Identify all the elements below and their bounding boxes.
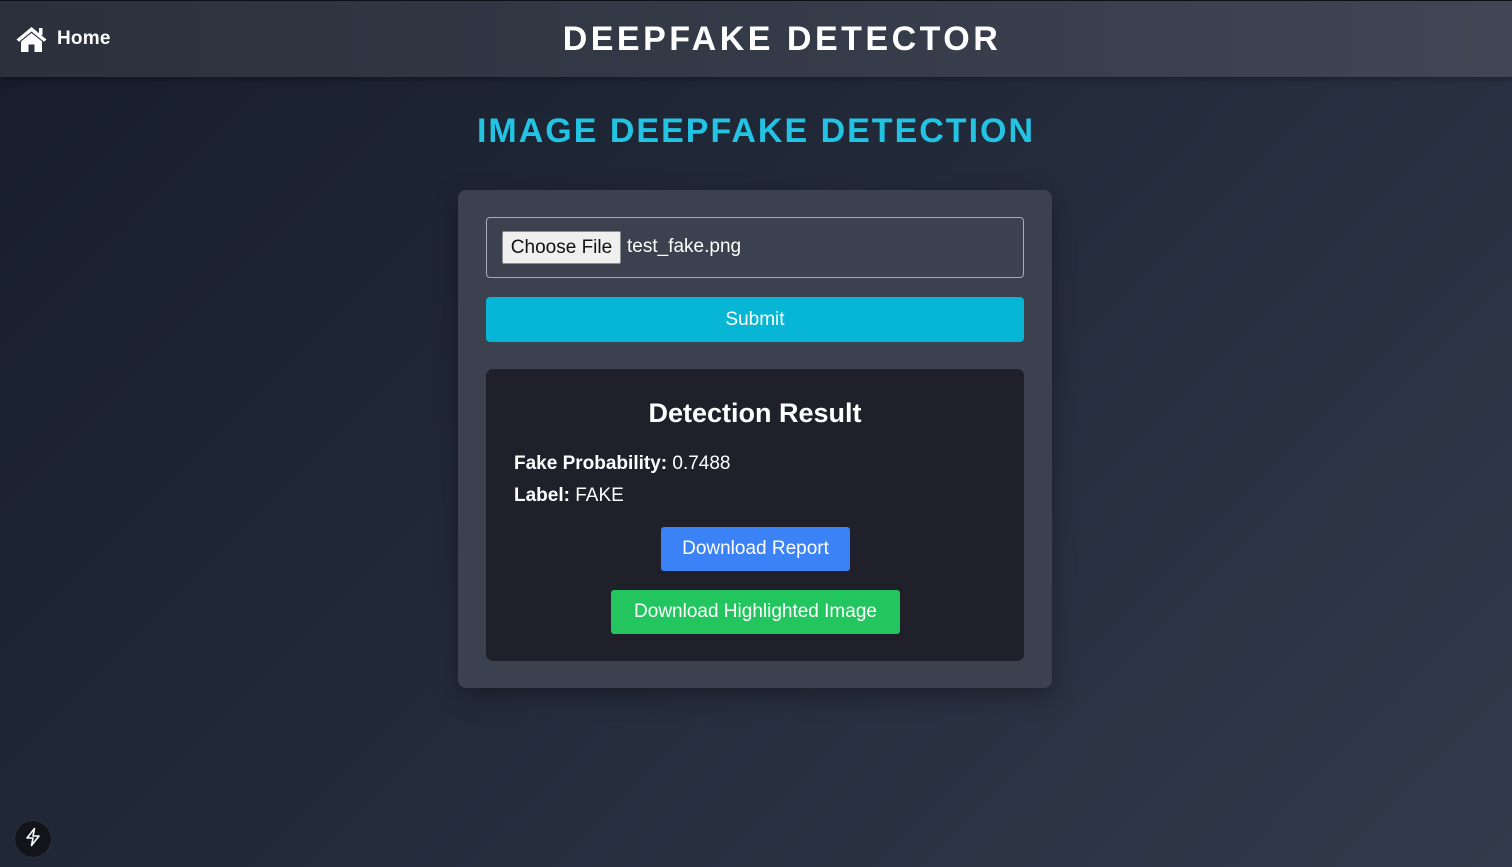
fake-probability-line: Fake Probability: 0.7488	[514, 453, 731, 475]
label-value: FAKE	[575, 485, 624, 506]
fake-probability-key: Fake Probability:	[514, 453, 668, 474]
choose-file-button[interactable]: Choose File	[502, 231, 621, 264]
bolt-badge[interactable]	[15, 821, 51, 857]
result-title: Detection Result	[648, 398, 862, 428]
download-report-button[interactable]: Download Report	[661, 527, 850, 571]
page-heading: IMAGE DEEPFAKE DETECTION	[476, 112, 1036, 150]
top-navbar: Home DEEPFAKE DETECTOR	[0, 0, 1512, 77]
download-highlighted-image-button[interactable]: Download Highlighted Image	[611, 590, 900, 634]
selected-file-name: test_fake.png	[627, 236, 742, 257]
label-line: Label: FAKE	[514, 485, 624, 507]
label-key: Label:	[514, 485, 570, 506]
bolt-icon	[24, 827, 42, 852]
app-title: DEEPFAKE DETECTOR	[562, 20, 1002, 58]
upload-card: Choose File test_fake.png Submit Detecti…	[458, 190, 1052, 688]
detection-result-panel: Detection Result Fake Probability: 0.748…	[486, 369, 1024, 661]
fake-probability-value: 0.7488	[672, 453, 731, 474]
submit-button[interactable]: Submit	[486, 297, 1024, 342]
file-input[interactable]: Choose File test_fake.png	[486, 217, 1024, 278]
